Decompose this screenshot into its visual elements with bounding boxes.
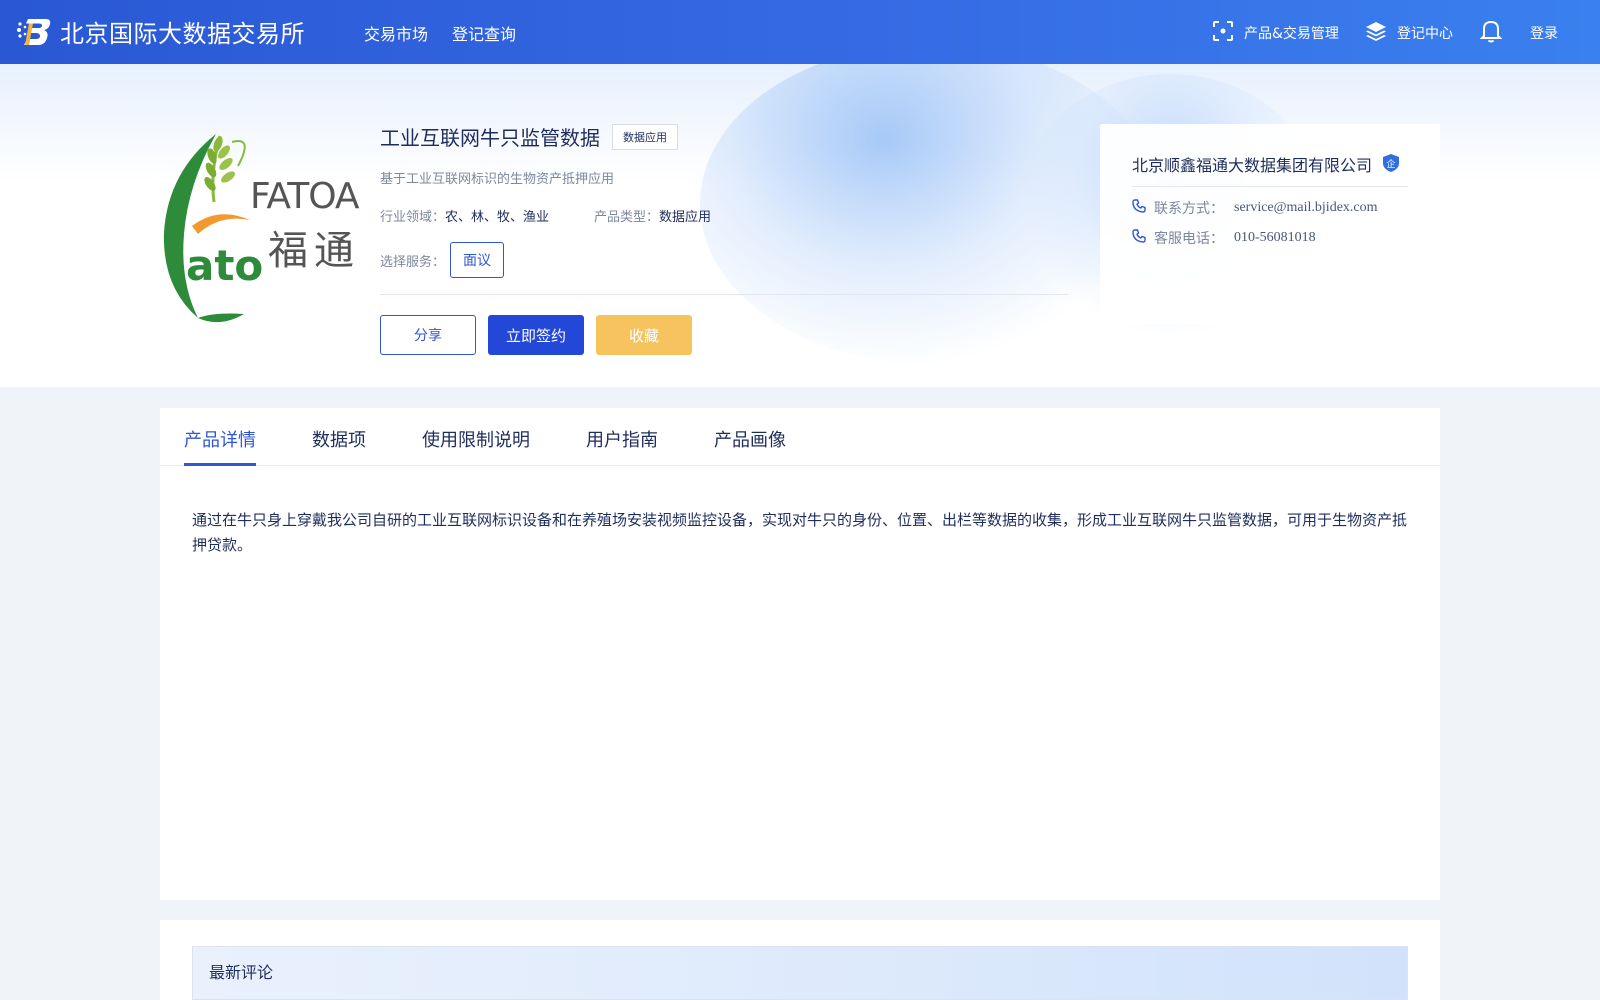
brand[interactable]: 北京国际大数据交易所 bbox=[16, 14, 305, 49]
product-trade-management-label: 产品&交易管理 bbox=[1244, 26, 1339, 42]
phone-icon bbox=[1132, 199, 1146, 217]
comments-section: 最新评论 bbox=[160, 920, 1440, 1000]
comments-title: 最新评论 bbox=[209, 963, 274, 982]
comments-header: 最新评论 bbox=[192, 946, 1408, 1000]
logo-text: FATOAN bbox=[250, 176, 362, 217]
company-name[interactable]: 北京顺鑫福通大数据集团有限公司 bbox=[1132, 152, 1372, 176]
active-tab-indicator bbox=[184, 463, 256, 466]
brand-logo-icon bbox=[16, 15, 52, 49]
service-label: 选择服务： bbox=[380, 255, 446, 270]
favorite-button[interactable]: 收藏 bbox=[596, 315, 692, 355]
product-type-value: 数据应用 bbox=[659, 210, 712, 225]
bell-icon[interactable] bbox=[1480, 19, 1512, 43]
layers-icon bbox=[1365, 20, 1397, 46]
tab-usage-restrictions[interactable]: 使用限制说明 bbox=[422, 426, 530, 452]
industry-label: 行业领域： bbox=[380, 210, 446, 225]
top-navbar: 北京国际大数据交易所 交易市场 登记查询 产品&交易管理 登记中心 登录 bbox=[0, 0, 1600, 64]
svg-text:ato: ato bbox=[186, 241, 263, 290]
svg-text:企: 企 bbox=[1386, 158, 1395, 170]
logo-cn-text: 福通 bbox=[268, 228, 360, 274]
product-tag-badge: 数据应用 bbox=[612, 124, 678, 150]
login-link[interactable]: 登录 bbox=[1530, 23, 1558, 43]
industry-field: 行业领域：农、林、牧、渔业 bbox=[380, 206, 549, 225]
product-detail-panel: 产品详情 数据项 使用限制说明 用户指南 产品画像 通过在牛只身上穿戴我公司自研… bbox=[160, 408, 1440, 900]
nav-trading-market[interactable]: 交易市场 bbox=[364, 21, 428, 45]
enterprise-verified-icon: 企 bbox=[1382, 153, 1400, 173]
scan-icon bbox=[1212, 20, 1244, 46]
tab-user-guide[interactable]: 用户指南 bbox=[586, 426, 658, 452]
service-phone-row: 客服电话： 010-56081018 bbox=[1132, 228, 1316, 248]
tab-bar: 产品详情 数据项 使用限制说明 用户指南 产品画像 bbox=[160, 408, 1440, 466]
service-phone-value: 010-56081018 bbox=[1234, 230, 1316, 245]
company-card: 北京顺鑫福通大数据集团有限公司 企 联系方式： service@mail.bji… bbox=[1100, 124, 1440, 324]
product-type-label: 产品类型： bbox=[594, 210, 660, 225]
contact-label: 联系方式： bbox=[1154, 201, 1224, 217]
product-subtitle: 基于工业互联网标识的生物资产抵押应用 bbox=[380, 172, 615, 187]
product-description: 通过在牛只身上穿戴我公司自研的工业互联网标识设备和在养殖场安装视频监控设备，实现… bbox=[192, 511, 1408, 554]
contact-row: 联系方式： service@mail.bjidex.com bbox=[1132, 198, 1378, 218]
product-trade-management-link[interactable]: 产品&交易管理 bbox=[1212, 20, 1339, 46]
sign-now-button[interactable]: 立即签约 bbox=[488, 315, 584, 355]
product-title: 工业互联网牛只监管数据 bbox=[380, 126, 600, 150]
contact-email[interactable]: service@mail.bjidex.com bbox=[1234, 200, 1378, 216]
registration-center-link[interactable]: 登记中心 bbox=[1365, 20, 1453, 46]
tab-data-items[interactable]: 数据项 bbox=[312, 426, 366, 452]
tab-product-detail[interactable]: 产品详情 bbox=[184, 426, 256, 452]
share-button[interactable]: 分享 bbox=[380, 315, 476, 355]
phone-icon bbox=[1132, 229, 1146, 247]
registration-center-label: 登记中心 bbox=[1397, 26, 1453, 42]
tab-product-profile[interactable]: 产品画像 bbox=[714, 426, 786, 452]
service-phone-label: 客服电话： bbox=[1154, 231, 1224, 247]
service-option-negotiable[interactable]: 面议 bbox=[450, 242, 504, 278]
industry-value: 农、林、牧、渔业 bbox=[445, 210, 550, 225]
product-logo: ato FATOAN 福通 bbox=[158, 122, 385, 326]
product-type-field: 产品类型：数据应用 bbox=[594, 206, 711, 225]
nav-registration-query[interactable]: 登记查询 bbox=[452, 21, 516, 45]
site-name: 北京国际大数据交易所 bbox=[60, 20, 305, 48]
divider bbox=[1132, 186, 1408, 187]
divider bbox=[380, 294, 1068, 295]
